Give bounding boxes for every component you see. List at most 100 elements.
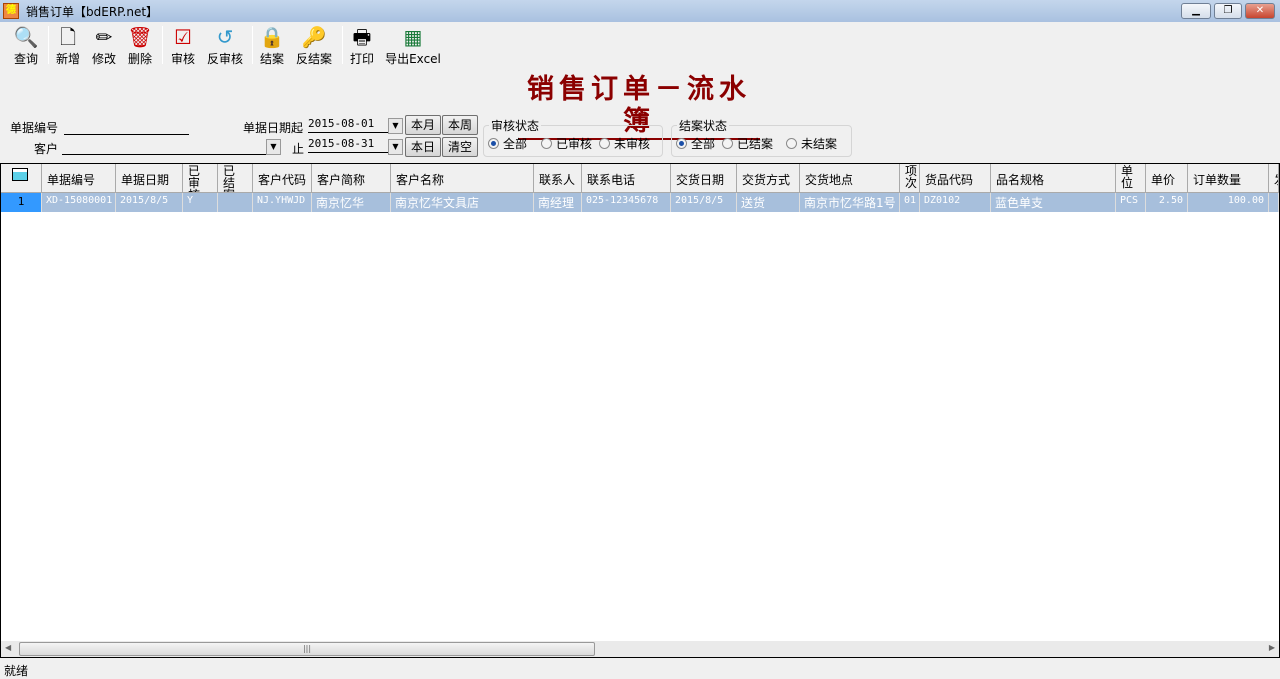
date-from-dropdown[interactable]: ▼ <box>388 118 403 134</box>
table-cell[interactable]: XD-15080001 <box>42 193 116 212</box>
today-button[interactable]: 本日 <box>405 137 441 157</box>
column-header[interactable]: 品名规格 <box>991 164 1116 193</box>
label: 反审核 <box>206 52 243 66</box>
printer-icon: 🖶 <box>352 25 372 49</box>
reopen-button[interactable]: 🔑 反结案 <box>293 24 335 67</box>
label: 未结案 <box>801 137 838 151</box>
date-to-label: 止 <box>292 142 305 156</box>
column-header[interactable]: 订单数量 <box>1188 164 1269 193</box>
radio-selected-icon <box>488 138 499 149</box>
table-cell[interactable]: 01 <box>900 193 920 212</box>
customer-dropdown-button[interactable]: ▼ <box>266 139 281 155</box>
this-month-button[interactable]: 本月 <box>405 115 441 135</box>
query-button[interactable]: 🔍 查询 <box>10 24 42 67</box>
column-header[interactable]: 发 <box>1269 164 1279 193</box>
select-all-header[interactable] <box>1 164 42 193</box>
close-radio-closed[interactable]: 已结案 <box>722 135 773 152</box>
edit-pencil-icon: ✏ <box>95 25 113 49</box>
table-cell[interactable]: 送货 <box>737 193 800 212</box>
table-cell[interactable]: 蓝色单支 <box>991 193 1116 212</box>
table-cell[interactable]: 025-12345678 <box>582 193 671 212</box>
table-cell[interactable]: 南京忆华 <box>312 193 391 212</box>
close-button[interactable]: ✕ <box>1245 3 1275 19</box>
table-cell[interactable]: PCS <box>1116 193 1146 212</box>
table-cell[interactable]: NJ.YHWJD <box>253 193 312 212</box>
close-case-button[interactable]: 🔒 结案 <box>257 24 287 67</box>
row-index[interactable]: 1 <box>1 193 42 212</box>
divider <box>252 26 253 64</box>
label: 修改 <box>91 52 116 66</box>
table-cell[interactable] <box>218 193 253 212</box>
column-header[interactable]: 单据日期 <box>116 164 183 193</box>
clipboard-check-icon: ☑ <box>174 25 192 49</box>
date-to-dropdown[interactable]: ▼ <box>388 139 403 155</box>
audit-radio-audited[interactable]: 已审核 <box>541 135 592 152</box>
column-header[interactable]: 交货地点 <box>800 164 900 193</box>
table-cell[interactable]: 南京市忆华路1号 <box>800 193 900 212</box>
table-cell[interactable]: 2.50 <box>1146 193 1188 212</box>
column-header[interactable]: 交货日期 <box>671 164 737 193</box>
clipboard-undo-icon: ↺ <box>216 25 234 49</box>
lock-icon: 🔒 <box>259 25 285 49</box>
audit-button[interactable]: ☑ 审核 <box>168 24 198 67</box>
unaudit-button[interactable]: ↺ 反审核 <box>204 24 246 67</box>
scroll-left-icon[interactable]: ◀ <box>5 643 11 652</box>
column-header[interactable]: 单价 <box>1146 164 1188 193</box>
column-header[interactable]: 已审核 <box>183 164 218 193</box>
column-header[interactable]: 单位 <box>1116 164 1146 193</box>
column-header[interactable]: 联系电话 <box>582 164 671 193</box>
label: 打印 <box>349 52 374 66</box>
label: 全部 <box>691 137 716 151</box>
customer-label: 客户 <box>34 142 59 156</box>
column-header[interactable]: 货品代码 <box>920 164 991 193</box>
divider <box>162 26 163 64</box>
table-cell[interactable]: 南经理 <box>534 193 582 212</box>
scroll-right-icon[interactable]: ▶ <box>1269 643 1275 652</box>
column-header[interactable]: 客户代码 <box>253 164 312 193</box>
audit-status-label: 审核状态 <box>489 117 542 134</box>
column-header[interactable]: 已结案 <box>218 164 253 193</box>
edit-button[interactable]: ✏ 修改 <box>89 24 119 67</box>
table-cell[interactable]: 2015/8/5 <box>671 193 737 212</box>
export-excel-button[interactable]: ▦ 导出Excel <box>384 24 442 67</box>
date-to-input[interactable]: 2015-08-31 <box>308 137 388 153</box>
minimize-button[interactable]: ▁ <box>1181 3 1211 19</box>
table-cell[interactable]: 南京忆华文具店 <box>391 193 534 212</box>
label: 全部 <box>503 137 528 151</box>
column-header[interactable]: 联系人 <box>534 164 582 193</box>
table-cell[interactable]: 100.00 <box>1188 193 1269 212</box>
window-title: 销售订单【bdERP.net】 <box>26 5 159 19</box>
horizontal-scrollbar[interactable]: ◀ ||| ▶ <box>1 641 1279 657</box>
clear-button[interactable]: 清空 <box>442 137 478 157</box>
date-from-label: 单据日期起 <box>243 121 304 135</box>
print-button[interactable]: 🖶 打印 <box>347 24 377 67</box>
column-header[interactable]: 客户简称 <box>312 164 391 193</box>
label: 已结案 <box>737 137 774 151</box>
column-header[interactable]: 项次 <box>900 164 920 193</box>
doc-no-input[interactable] <box>64 119 189 135</box>
orders-grid[interactable]: ◀ ||| ▶ 单据编号单据日期已审核已结案客户代码客户简称客户名称联系人联系电… <box>0 163 1280 658</box>
close-radio-all[interactable]: 全部 <box>676 135 715 152</box>
this-week-button[interactable]: 本周 <box>442 115 478 135</box>
table-cell[interactable]: Y <box>183 193 218 212</box>
new-button[interactable]: 🗋 新增 <box>53 24 83 67</box>
table-cell[interactable] <box>1269 193 1279 212</box>
label: 删除 <box>127 52 152 66</box>
column-header[interactable]: 客户名称 <box>391 164 534 193</box>
radio-icon <box>541 138 552 149</box>
customer-input[interactable] <box>62 139 266 155</box>
column-header[interactable]: 单据编号 <box>42 164 116 193</box>
title-bar: 德 销售订单【bdERP.net】 ▁ ❐ ✕ <box>0 0 1280 22</box>
column-header[interactable]: 交货方式 <box>737 164 800 193</box>
radio-selected-icon <box>676 138 687 149</box>
table-cell[interactable]: 2015/8/5 <box>116 193 183 212</box>
date-from-input[interactable]: 2015-08-01 <box>308 117 388 133</box>
audit-radio-all[interactable]: 全部 <box>488 135 527 152</box>
table-cell[interactable]: DZ0102 <box>920 193 991 212</box>
label: 已审核 <box>556 137 593 151</box>
delete-button[interactable]: 🗑 删除 <box>125 24 155 67</box>
close-radio-open[interactable]: 未结案 <box>786 135 837 152</box>
scrollbar-thumb[interactable]: ||| <box>19 642 595 656</box>
restore-button[interactable]: ❐ <box>1214 3 1242 19</box>
audit-radio-unaudited[interactable]: 未审核 <box>599 135 650 152</box>
